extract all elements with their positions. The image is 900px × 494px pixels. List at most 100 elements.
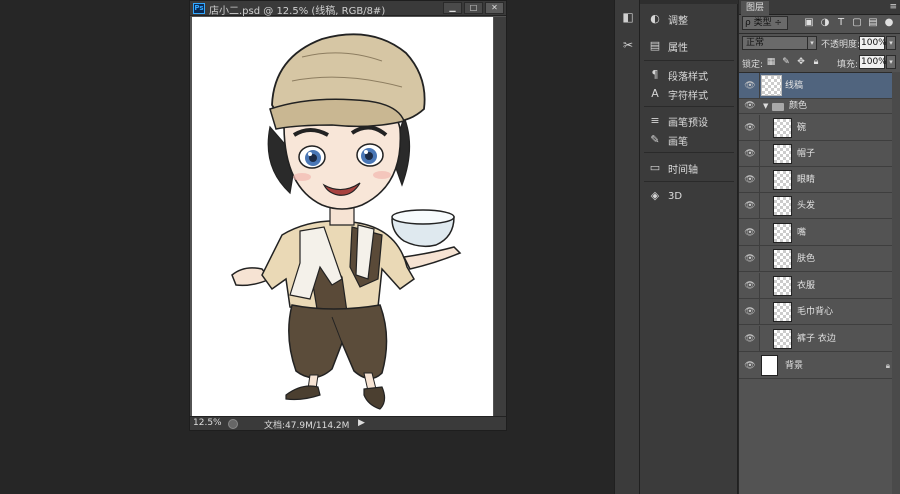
panel-brush[interactable]: ✎ 画笔 (640, 131, 738, 149)
zoom-icon[interactable] (228, 419, 238, 429)
layer-kind-filter[interactable]: ρ 类型 ÷ (742, 16, 788, 30)
lock-position-icon[interactable]: ✥ (795, 56, 807, 68)
visibility-eye-icon[interactable]: 👁︎ (743, 167, 757, 193)
layer-row[interactable]: 👁︎ 帽子 (739, 141, 900, 167)
panel-label: 段落样式 (668, 71, 708, 83)
layer-thumbnail (761, 75, 782, 96)
opacity-dropdown-icon[interactable]: ▾ (886, 36, 896, 50)
document-title: 店小二.psd @ 12.5% (线稿, RGB/8#) (209, 6, 386, 17)
close-button[interactable]: ✕ (485, 2, 504, 14)
lock-label: 锁定: (742, 60, 764, 70)
layer-thumbnail (773, 249, 792, 269)
lock-transparency-icon[interactable]: ▦ (765, 56, 777, 68)
lock-all-icon[interactable]: 🔒︎ (810, 56, 822, 68)
layer-row[interactable]: 👁︎ 衣服 (739, 273, 900, 299)
layer-row[interactable]: 👁︎ 毛巾背心 (739, 299, 900, 325)
visibility-eye-icon[interactable]: 👁︎ (743, 299, 757, 325)
panel-properties[interactable]: ▤ 属性 (640, 37, 738, 55)
group-name: 颜色 (789, 101, 808, 111)
type-filter-icon[interactable]: T (835, 17, 847, 29)
layer-name: 背景 (785, 361, 804, 371)
visibility-eye-icon[interactable]: 👁︎ (743, 353, 757, 379)
adjustments-icon: ◐ (650, 12, 660, 25)
panel-3d[interactable]: ◈ 3D (640, 187, 738, 205)
layer-thumbnail (773, 302, 792, 322)
tab-layers[interactable]: 图层 (741, 1, 770, 15)
visibility-eye-icon[interactable]: 👁︎ (743, 193, 757, 219)
document-scrollbar[interactable] (494, 17, 506, 416)
layer-name: 碗 (797, 123, 807, 133)
filter-toggle-icon[interactable]: ● (883, 17, 895, 29)
layer-name: 帽子 (797, 149, 816, 159)
lock-pixels-icon[interactable]: ✎ (780, 56, 792, 68)
layer-row-lineart[interactable]: 👁︎ 线稿 (739, 73, 900, 99)
layers-scrollbar[interactable] (892, 72, 900, 494)
fill-input[interactable]: 100% (859, 55, 887, 69)
layers-panel: 图层 ≡ ρ 类型 ÷ ▣ ◑ T ▢ ▤ ● 正常 ▾ 不透明度: 100% … (739, 0, 900, 494)
panel-label: 3D (668, 190, 683, 202)
folder-icon (772, 103, 784, 111)
layer-name: 嘴 (797, 228, 807, 238)
layer-thumbnail (773, 170, 792, 190)
panel-character-styles[interactable]: A 字符样式 (640, 85, 738, 103)
brush-presets-icon: ≡ (650, 114, 660, 127)
group-expand-icon[interactable]: ▼ (763, 99, 768, 114)
minimize-button[interactable]: ▁ (443, 2, 462, 14)
layer-thumbnail (773, 223, 792, 243)
visibility-eye-icon[interactable]: 👁︎ (743, 73, 757, 99)
smart-object-filter-icon[interactable]: ▤ (867, 17, 879, 29)
panel-menu-icon[interactable]: ≡ (889, 2, 897, 12)
layer-row[interactable]: 👁︎ 碗 (739, 115, 900, 141)
layer-name: 眼睛 (797, 175, 816, 185)
visibility-eye-icon[interactable]: 👁︎ (743, 115, 757, 141)
shape-filter-icon[interactable]: ▢ (851, 17, 863, 29)
panel-label: 画笔预设 (668, 117, 708, 129)
visibility-eye-icon[interactable]: 👁︎ (743, 273, 757, 299)
visibility-eye-icon[interactable]: 👁︎ (743, 246, 757, 272)
dock-grip[interactable] (640, 0, 738, 4)
panel-timeline[interactable]: ▭ 时间轴 (640, 159, 738, 177)
canvas[interactable] (192, 17, 493, 416)
layer-group-color[interactable]: 👁︎ ▼ 颜色 (739, 99, 900, 114)
layer-thumbnail (773, 196, 792, 216)
pixel-filter-icon[interactable]: ▣ (803, 17, 815, 29)
panel-brush-presets[interactable]: ≡ 画笔预设 (640, 112, 738, 130)
layer-row[interactable]: 👁︎ 眼睛 (739, 167, 900, 193)
blend-mode-select[interactable]: 正常 (742, 36, 816, 50)
visibility-eye-icon[interactable]: 👁︎ (743, 99, 757, 114)
3d-icon: ◈ (650, 189, 660, 202)
layer-row[interactable]: 👁︎ 嘴 (739, 220, 900, 246)
layer-row[interactable]: 👁︎ 裤子 衣边 (739, 326, 900, 352)
maximize-button[interactable]: □ (464, 2, 483, 14)
tools-preset-icon[interactable]: ✂ (621, 38, 635, 52)
adjustment-filter-icon[interactable]: ◑ (819, 17, 831, 29)
layer-thumbnail (773, 144, 792, 164)
panel-paragraph-styles[interactable]: ¶ 段落样式 (640, 66, 738, 84)
layer-name: 毛巾背心 (797, 307, 834, 317)
document-titlebar[interactable]: Ps 店小二.psd @ 12.5% (线稿, RGB/8#) ▁ □ ✕ (190, 1, 506, 17)
panel-dock: ◐ 调整 ▤ 属性 ¶ 段落样式 A 字符样式 ≡ 画笔预设 ✎ 画笔 ▭ 时间… (640, 0, 738, 494)
panel-label: 属性 (668, 42, 688, 54)
zoom-level[interactable]: 12.5% (193, 418, 223, 428)
collapsed-panel-strip: ◧ ✂ (614, 0, 640, 494)
status-menu-arrow-icon[interactable]: ▶ (358, 418, 365, 428)
visibility-eye-icon[interactable]: 👁︎ (743, 141, 757, 167)
panel-adjustments[interactable]: ◐ 调整 (640, 10, 738, 28)
visibility-eye-icon[interactable]: 👁︎ (743, 220, 757, 246)
visibility-eye-icon[interactable]: 👁︎ (743, 326, 757, 352)
layer-row[interactable]: 👁︎ 肤色 (739, 246, 900, 272)
document-info: 文档:47.9M/114.2M (264, 421, 350, 431)
layer-thumbnail (773, 276, 792, 296)
layer-name: 裤子 衣边 (797, 334, 836, 344)
properties-icon: ▤ (649, 39, 661, 52)
fill-dropdown-icon[interactable]: ▾ (886, 55, 896, 69)
blend-dropdown-icon[interactable]: ▾ (807, 36, 817, 50)
layer-name: 衣服 (797, 281, 816, 291)
layer-row[interactable]: 👁︎ 头发 (739, 193, 900, 219)
character-styles-icon: A (651, 87, 659, 100)
history-icon[interactable]: ◧ (621, 10, 635, 24)
opacity-input[interactable]: 100% (859, 36, 887, 50)
fill-label: 填充: (837, 60, 859, 70)
layer-row-background[interactable]: 👁︎ 背景 🔒︎ (739, 353, 900, 379)
photoshop-icon: Ps (193, 3, 205, 14)
